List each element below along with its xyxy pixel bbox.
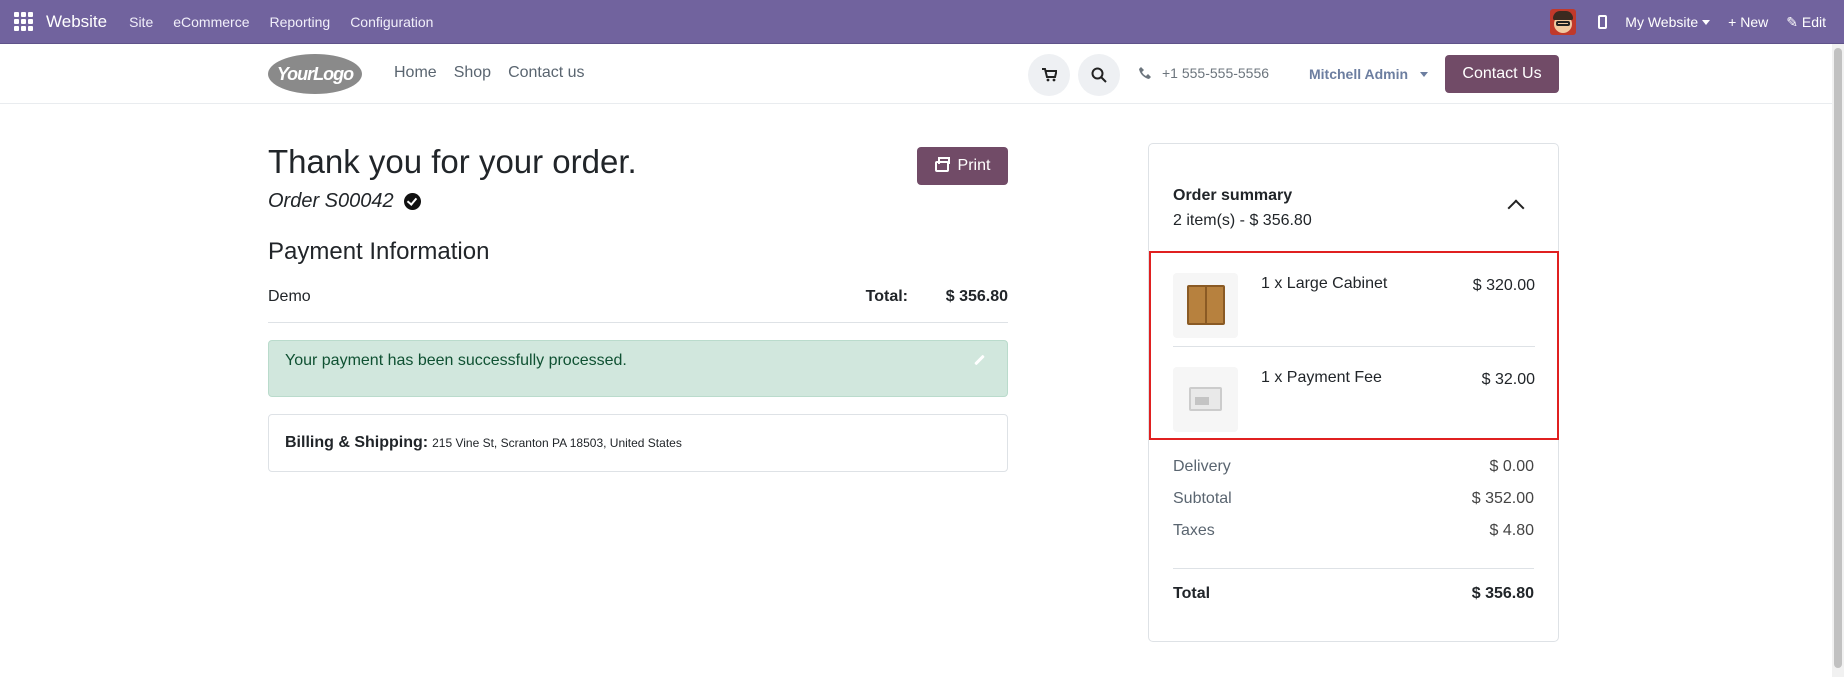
billing-address: 215 Vine St, Scranton PA 18503, United S… — [432, 436, 682, 450]
taxes-value: $ 4.80 — [1489, 522, 1534, 539]
menu-configuration[interactable]: Configuration — [350, 14, 433, 30]
delivery-row: Delivery $ 0.00 — [1173, 458, 1534, 490]
payment-total-label: Total: — [865, 288, 908, 305]
cart-icon — [1042, 68, 1057, 82]
taxes-row: Taxes $ 4.80 — [1173, 522, 1534, 554]
line-price: $ 32.00 — [1481, 371, 1535, 388]
nav-shop[interactable]: Shop — [454, 64, 491, 82]
grand-total-value: $ 356.80 — [1471, 585, 1534, 602]
order-summary-title: Order summary — [1173, 187, 1293, 204]
order-summary-header[interactable]: Order summary 2 item(s) - $ 356.80 — [1173, 187, 1312, 230]
phone-number: +1 555-555-5556 — [1162, 65, 1270, 81]
website-header: YourLogo Home Shop Contact us +1 555-555… — [0, 44, 1832, 104]
nav-home[interactable]: Home — [394, 64, 437, 82]
contact-us-button[interactable]: Contact Us — [1445, 55, 1559, 93]
billing-shipping-card: Billing & Shipping: 215 Vine St, Scranton… — [268, 414, 1008, 472]
grand-total-label: Total — [1173, 585, 1211, 602]
user-name: Mitchell Admin — [1309, 66, 1409, 82]
order-lines-highlight: 1 x Large Cabinet $ 320.00 1 x Payment F… — [1149, 251, 1559, 440]
payment-method: Demo — [268, 288, 311, 305]
product-image-large-cabinet — [1173, 273, 1238, 338]
subtotal-row: Subtotal $ 352.00 — [1173, 490, 1534, 522]
user-menu[interactable]: Mitchell Admin — [1309, 66, 1428, 82]
website-switcher[interactable]: My Website — [1625, 14, 1711, 30]
delivery-value: $ 0.00 — [1489, 458, 1534, 475]
payment-heading: Payment Information — [268, 238, 490, 265]
order-number-text: Order S00042 — [268, 190, 394, 212]
phone-icon — [1139, 67, 1151, 79]
order-number: Order S00042 — [268, 190, 421, 213]
cart-button[interactable] — [1028, 54, 1070, 96]
printer-icon — [934, 156, 950, 172]
payment-row: Demo Total: $ 356.80 — [268, 280, 1008, 323]
payment-total-value: $ 356.80 — [945, 288, 1008, 305]
caret-down-icon — [1702, 19, 1711, 25]
mobile-preview-icon[interactable] — [1598, 15, 1608, 29]
line-name: 1 x Payment Fee — [1261, 369, 1382, 386]
product-image-payment-fee — [1173, 367, 1238, 432]
scrollbar-thumb[interactable] — [1834, 48, 1842, 668]
menu-ecommerce[interactable]: eCommerce — [173, 14, 249, 30]
edit-label: Edit — [1801, 14, 1826, 30]
billing-label: Billing & Shipping: 215 Vine St, Scranton… — [285, 434, 682, 452]
payment-success-alert: Your payment has been successfully proce… — [268, 340, 1008, 397]
chevron-up-icon[interactable] — [1507, 199, 1525, 217]
new-button[interactable]: + New — [1728, 14, 1768, 30]
app-brand[interactable]: Website — [46, 12, 107, 32]
divider — [1173, 568, 1534, 569]
image-placeholder-icon — [1189, 387, 1222, 411]
subtotal-label: Subtotal — [1173, 490, 1232, 507]
user-avatar[interactable] — [1550, 9, 1577, 35]
menu-reporting[interactable]: Reporting — [269, 14, 330, 30]
delivery-label: Delivery — [1173, 458, 1231, 475]
caret-down-icon — [1419, 71, 1428, 77]
order-summary-subtitle: 2 item(s) - $ 356.80 — [1173, 212, 1312, 229]
search-icon — [1091, 67, 1107, 83]
print-label: Print — [957, 157, 991, 174]
line-name: 1 x Large Cabinet — [1261, 275, 1388, 292]
success-message: Your payment has been successfully proce… — [285, 352, 627, 369]
print-button[interactable]: Print — [917, 147, 1008, 185]
billing-label-text: Billing & Shipping: — [285, 434, 429, 451]
cabinet-image — [1187, 285, 1225, 325]
search-button[interactable] — [1078, 54, 1120, 96]
check-circle-icon — [403, 193, 421, 210]
page-scrollbar[interactable] — [1832, 44, 1844, 677]
subtotal-value: $ 352.00 — [1471, 490, 1534, 507]
page-title: Thank you for your order. — [268, 143, 637, 180]
grand-total-row: Total $ 356.80 — [1173, 585, 1534, 625]
summary-totals: Delivery $ 0.00 Subtotal $ 352.00 Taxes $ 4… — [1173, 458, 1534, 625]
edit-button[interactable]: ✎ Edit — [1786, 14, 1826, 31]
menu-site[interactable]: Site — [129, 14, 153, 30]
order-line: 1 x Payment Fee $ 32.00 — [1173, 346, 1535, 439]
nav-contact-us[interactable]: Contact us — [508, 64, 584, 82]
contact-phone[interactable]: +1 555-555-5556 — [1138, 65, 1269, 81]
logo-text: YourLogo — [276, 63, 354, 84]
order-line: 1 x Large Cabinet $ 320.00 — [1173, 253, 1535, 346]
website-switcher-label: My Website — [1625, 14, 1699, 30]
main-nav: Home Shop Contact us — [394, 64, 602, 82]
pencil-icon[interactable] — [974, 354, 985, 366]
apps-grid-icon[interactable] — [12, 11, 34, 33]
line-price: $ 320.00 — [1472, 277, 1535, 294]
taxes-label: Taxes — [1173, 522, 1215, 539]
admin-top-bar: Website Site eCommerce Reporting Configu… — [0, 0, 1844, 44]
site-logo[interactable]: YourLogo — [268, 54, 362, 94]
